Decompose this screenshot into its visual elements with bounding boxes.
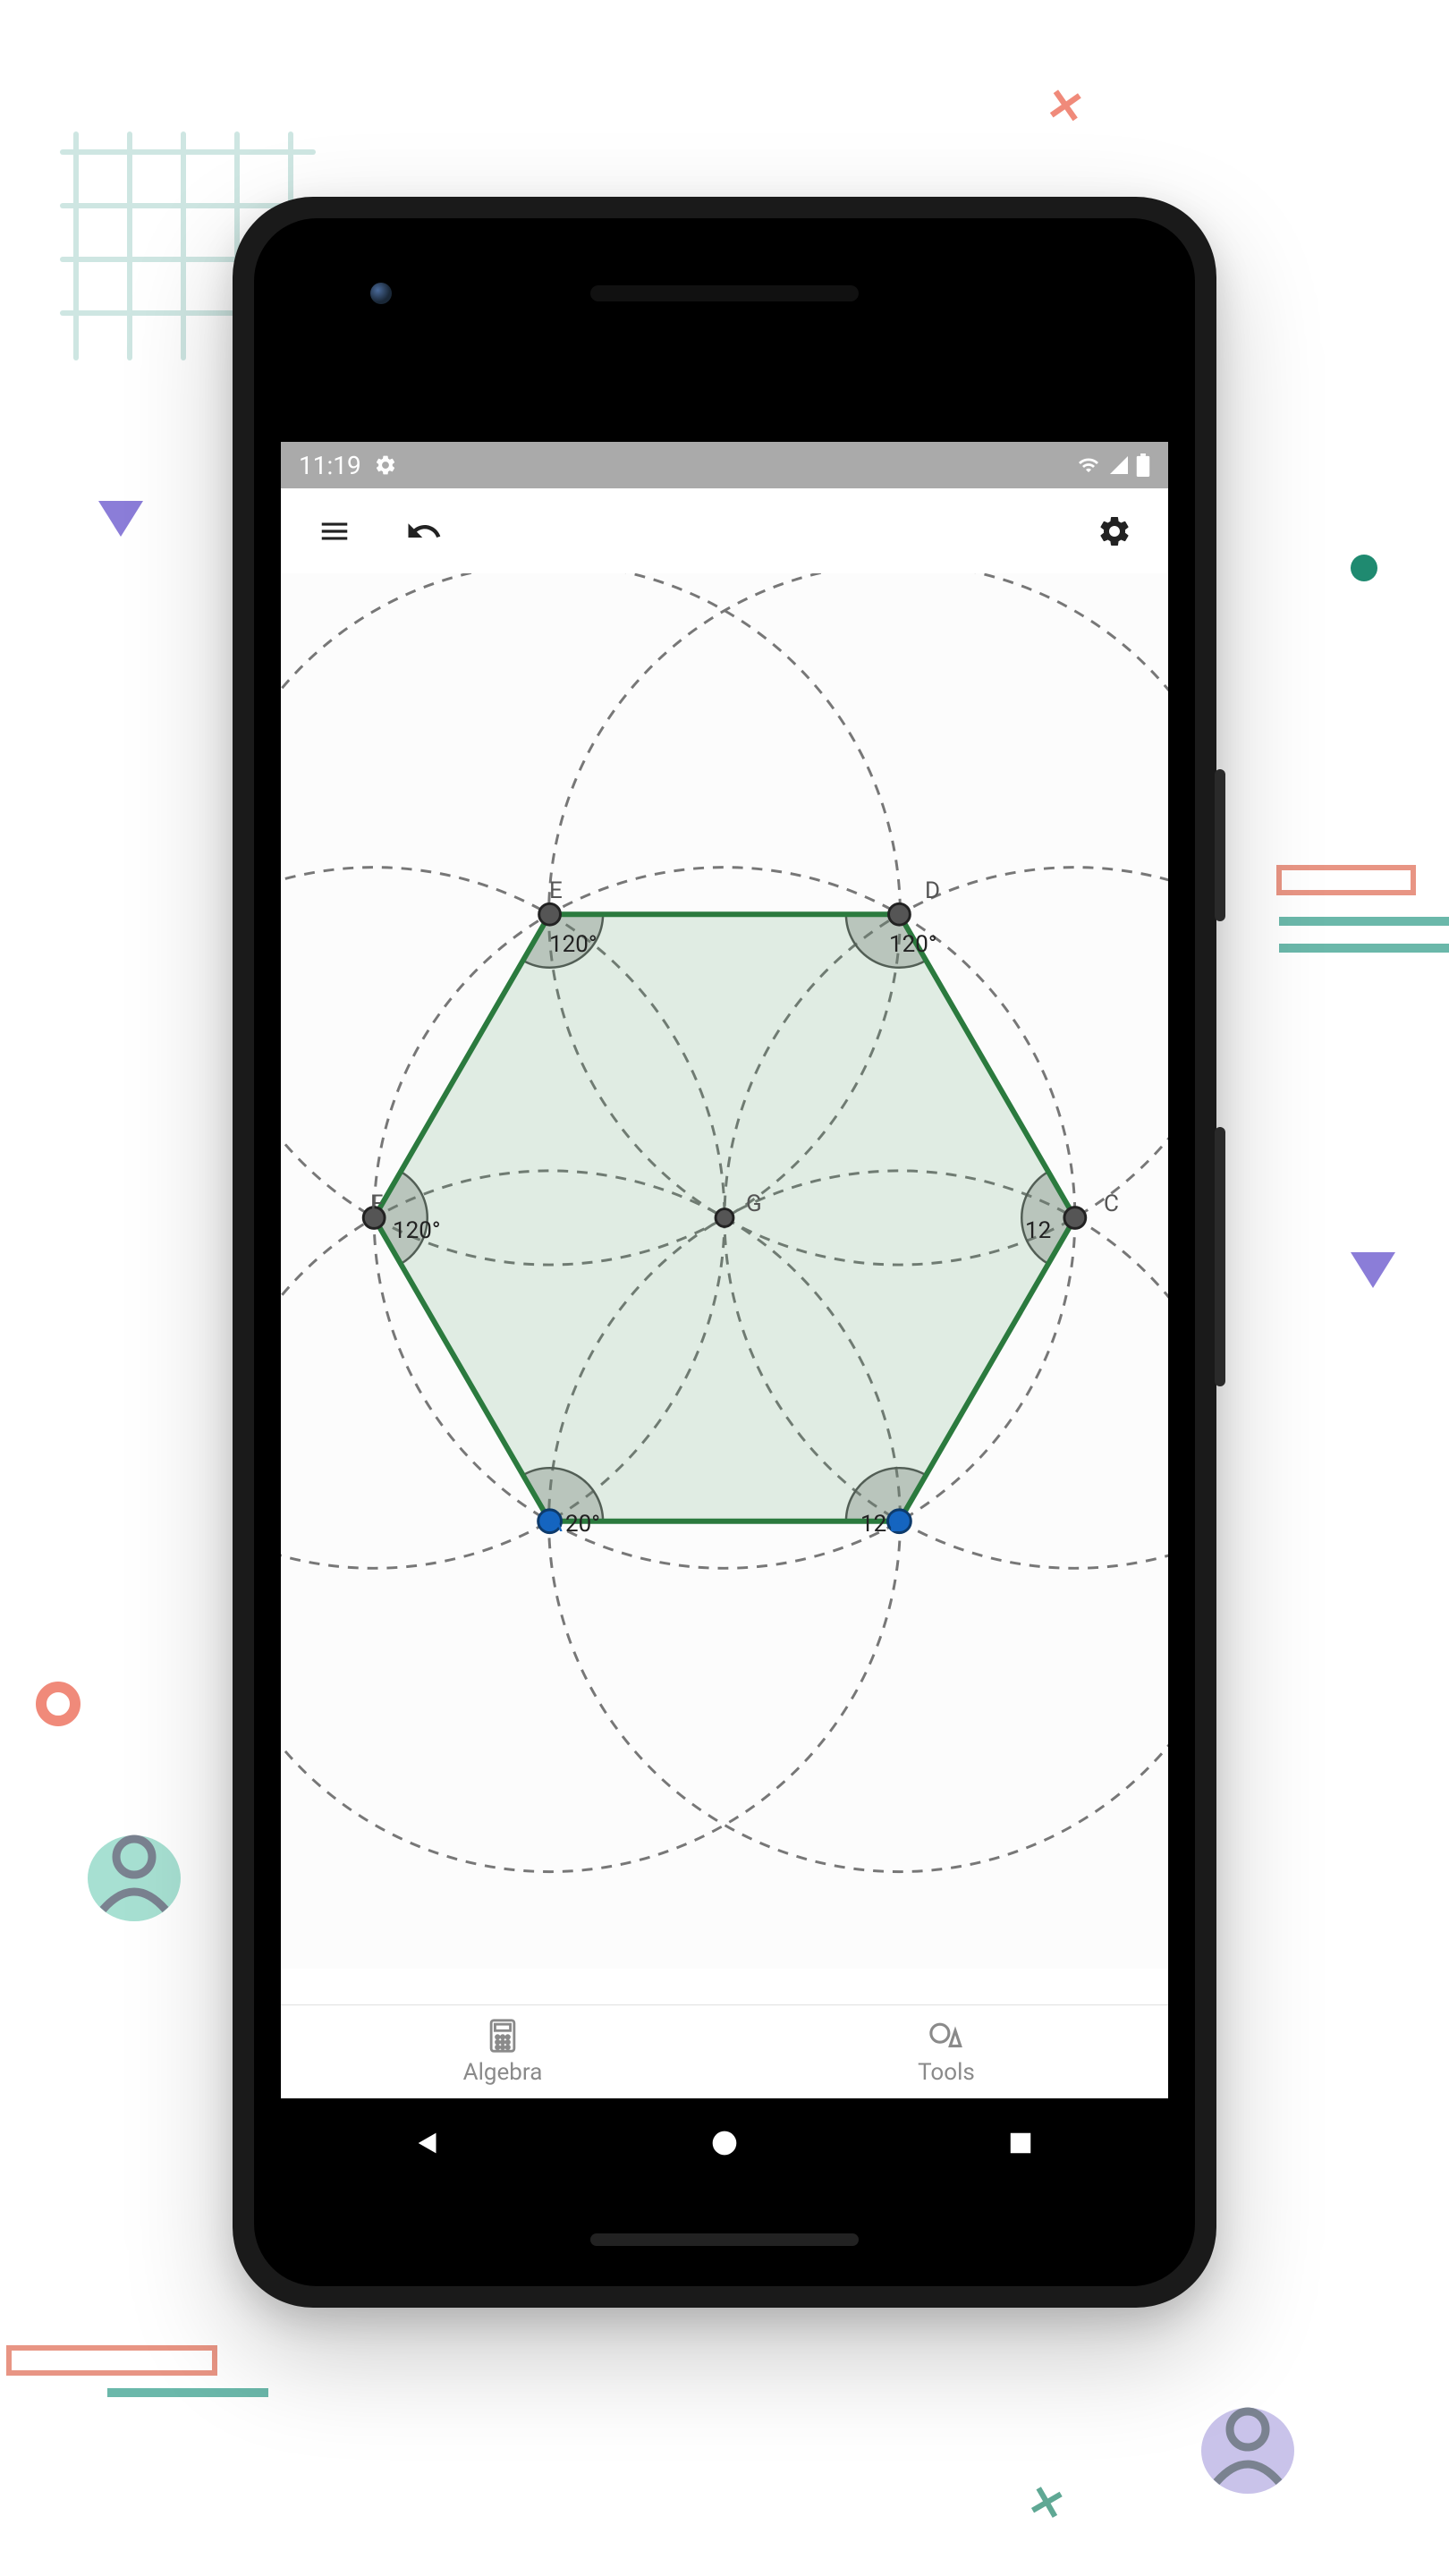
nav-recent-button[interactable] xyxy=(931,2098,1110,2188)
angle-label-b: 12 xyxy=(860,1511,886,1538)
point-label-a: A xyxy=(547,1511,563,1538)
bg-circle-icon xyxy=(36,1682,80,1726)
bg-x-red-icon: ✕ xyxy=(1042,78,1089,136)
undo-button[interactable] xyxy=(393,500,455,563)
point-label-g: G xyxy=(746,1191,762,1217)
phone-side-button xyxy=(1215,769,1225,921)
angle-label-a: 20° xyxy=(565,1511,600,1538)
android-nav-bar xyxy=(281,2098,1168,2188)
tab-label: Tools xyxy=(918,2059,975,2086)
battery-icon xyxy=(1136,453,1150,477)
phone-speaker xyxy=(590,285,859,301)
tools-icon xyxy=(928,2018,964,2054)
home-circle-icon xyxy=(710,2129,739,2157)
back-triangle-icon xyxy=(413,2128,444,2158)
status-time: 11:19 xyxy=(299,451,361,480)
tab-tools[interactable]: Tools xyxy=(724,2005,1168,2098)
undo-icon xyxy=(405,513,443,550)
nav-back-button[interactable] xyxy=(339,2098,518,2188)
app-toolbar xyxy=(281,488,1168,573)
signal-icon xyxy=(1107,454,1131,476)
tab-algebra[interactable]: Algebra xyxy=(281,2005,724,2098)
bg-dot-icon xyxy=(1351,555,1377,581)
phone-camera xyxy=(370,283,392,304)
bottom-tabs: Algebra Tools xyxy=(281,2004,1168,2098)
calculator-icon xyxy=(487,2018,519,2054)
point-label-e: E xyxy=(549,877,563,904)
point-label-f: F xyxy=(370,1191,383,1217)
bg-person-icon xyxy=(1199,2397,1297,2496)
menu-button[interactable] xyxy=(303,500,366,563)
gear-icon xyxy=(1097,513,1132,549)
gear-icon xyxy=(374,453,397,477)
angle-label-e: 120° xyxy=(549,931,597,958)
phone-bottom-speaker xyxy=(590,2233,859,2246)
settings-button[interactable] xyxy=(1083,500,1146,563)
nav-home-button[interactable] xyxy=(635,2098,814,2188)
geometry-canvas[interactable]: E 120° D 120° F 120° G C 12 A 20° 12 B xyxy=(281,573,1168,1969)
app-screen: 11:19 xyxy=(281,442,1168,2188)
phone-side-button xyxy=(1215,1127,1225,1386)
phone-frame: 11:19 xyxy=(233,197,1216,2308)
bg-triangle-icon xyxy=(98,501,143,537)
point-label-d: D xyxy=(925,877,940,904)
bg-bars-decoration xyxy=(0,2343,268,2406)
bg-bars-decoration xyxy=(1270,859,1449,993)
angle-label-f: 120° xyxy=(393,1217,441,1244)
angle-label-d: 120° xyxy=(889,931,937,958)
angle-label-c: 12 xyxy=(1025,1217,1051,1244)
tab-label: Algebra xyxy=(463,2059,543,2086)
bg-triangle-icon xyxy=(1351,1252,1395,1288)
recent-square-icon xyxy=(1007,2130,1034,2157)
status-bar: 11:19 xyxy=(281,442,1168,488)
bg-person-icon xyxy=(85,1825,183,1923)
bg-x-green-icon: ✕ xyxy=(1022,2474,1071,2532)
point-label-b: B xyxy=(889,1511,903,1538)
point-label-c: C xyxy=(1104,1191,1119,1217)
hamburger-icon xyxy=(318,514,352,548)
wifi-icon xyxy=(1075,454,1102,476)
